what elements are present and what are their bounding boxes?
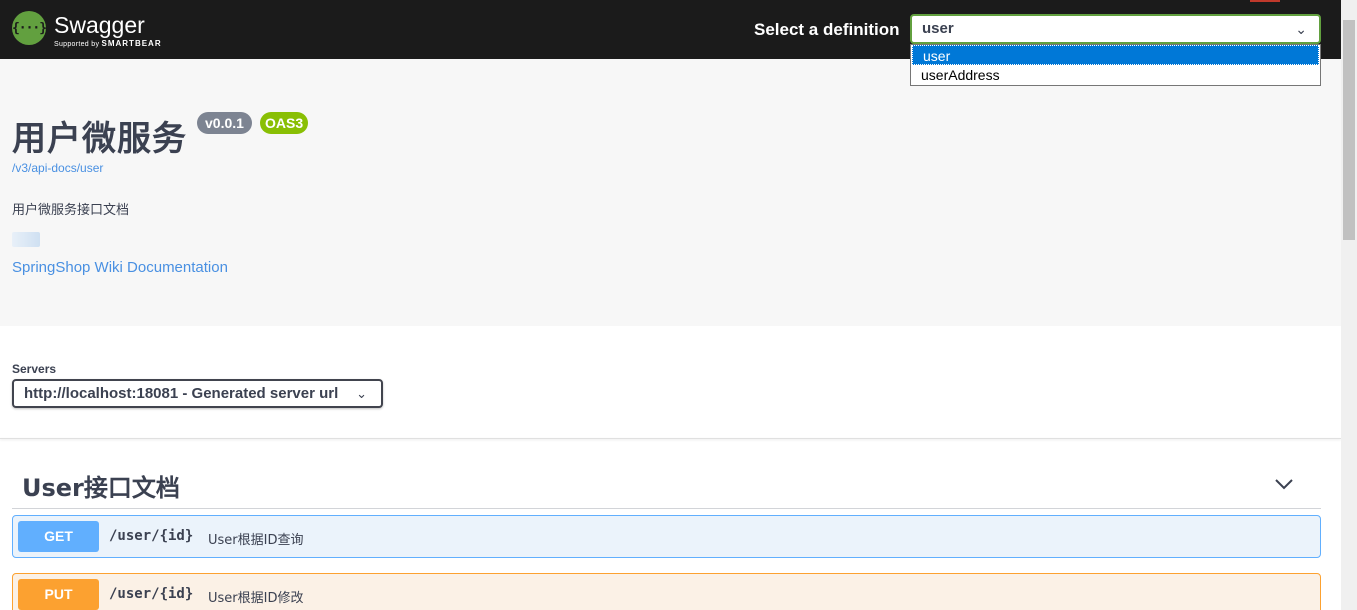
server-select-value: http://localhost:18081 - Generated serve… bbox=[24, 385, 339, 402]
operation-summary: User根据ID查询 bbox=[208, 533, 304, 548]
collapse-chevron-icon[interactable] bbox=[1274, 474, 1294, 494]
method-badge-get: GET bbox=[18, 521, 99, 552]
operation-path: /user/{id} bbox=[109, 586, 194, 602]
server-select[interactable]: http://localhost:18081 - Generated serve… bbox=[12, 379, 383, 408]
brand-tagline-prefix: Supported by bbox=[54, 41, 100, 48]
operation-summary: User根据ID修改 bbox=[208, 591, 304, 606]
api-title: 用户微服务 bbox=[12, 119, 187, 159]
page-scrollbar[interactable] bbox=[1341, 0, 1357, 610]
operation-get-user-by-id[interactable]: GET /user/{id} User根据ID查询 bbox=[12, 515, 1321, 558]
definition-select-value: user bbox=[922, 20, 954, 37]
wiki-documentation-link[interactable]: SpringShop Wiki Documentation bbox=[12, 259, 228, 276]
api-description: 用户微服务接口文档 bbox=[12, 203, 130, 218]
window-control-edge bbox=[1250, 0, 1280, 2]
definition-option-user[interactable]: user bbox=[912, 45, 1319, 65]
tag-divider bbox=[12, 508, 1321, 509]
version-badge: v0.0.1 bbox=[197, 112, 252, 134]
api-docs-link[interactable]: /v3/api-docs/user bbox=[12, 161, 103, 175]
brand-name: Swagger bbox=[54, 12, 145, 38]
chevron-down-icon: ⌄ bbox=[356, 386, 367, 401]
definition-dropdown-list: user userAddress bbox=[910, 44, 1321, 86]
definition-select[interactable]: user ⌄ bbox=[910, 14, 1321, 44]
swagger-logo-icon[interactable]: {···} bbox=[12, 11, 47, 45]
tag-title[interactable]: User接口文档 bbox=[22, 468, 180, 503]
section-divider bbox=[0, 438, 1341, 439]
oas-badge: OAS3 bbox=[260, 112, 309, 134]
brand-tagline: Supported by SMARTBEAR bbox=[54, 39, 162, 48]
operation-put-user-by-id[interactable]: PUT /user/{id} User根据ID修改 bbox=[12, 573, 1321, 610]
scrollbar-thumb[interactable] bbox=[1343, 20, 1355, 240]
method-badge-put: PUT bbox=[18, 579, 99, 610]
definition-select-label: Select a definition bbox=[754, 20, 900, 39]
brand-tagline-name: SMARTBEAR bbox=[101, 39, 162, 48]
description-image bbox=[12, 232, 40, 247]
definition-option-useraddress[interactable]: userAddress bbox=[911, 65, 1320, 85]
servers-label: Servers bbox=[12, 362, 57, 376]
chevron-down-icon: ⌄ bbox=[1295, 21, 1307, 37]
api-info-section: 用户微服务 v0.0.1 OAS3 /v3/api-docs/user 用户微服… bbox=[0, 59, 1341, 326]
operation-path: /user/{id} bbox=[109, 528, 194, 544]
